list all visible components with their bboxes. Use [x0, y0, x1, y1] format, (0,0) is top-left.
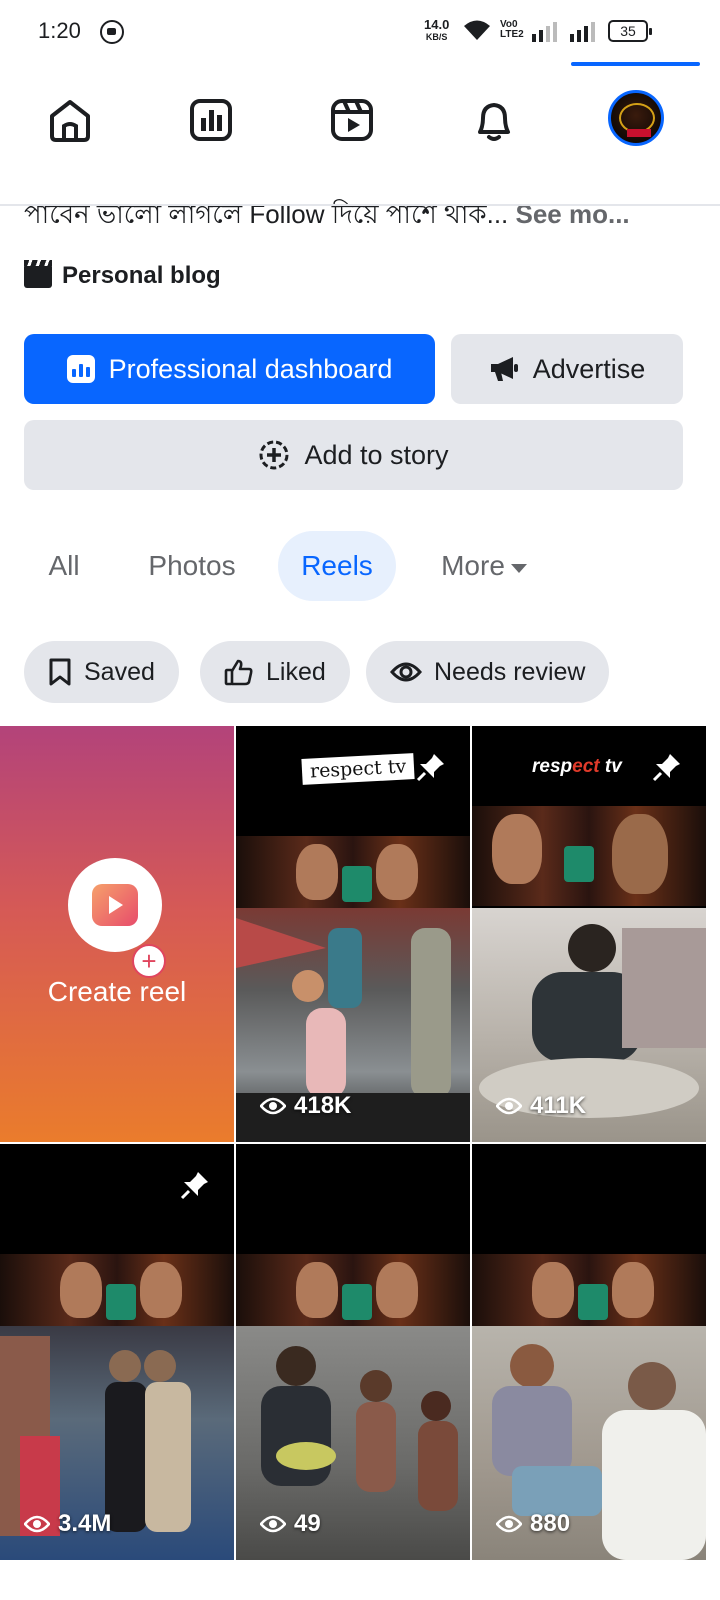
- volte-line2: LTE2: [500, 29, 524, 40]
- bookmark-icon: [49, 658, 71, 686]
- view-count-value: 418K: [294, 1092, 352, 1119]
- category-label: Personal blog: [62, 262, 221, 289]
- reels-icon: [331, 99, 373, 141]
- thumbnail-header-photo: [236, 1254, 470, 1326]
- advertise-button[interactable]: Advertise: [451, 334, 683, 404]
- eye-icon: [260, 1515, 286, 1533]
- tab-reels[interactable]: Reels: [278, 531, 396, 601]
- tab-all-label: All: [48, 550, 80, 581]
- notifications-button[interactable]: [466, 92, 522, 148]
- home-button[interactable]: [42, 92, 98, 148]
- reels-nav-button[interactable]: [324, 92, 380, 148]
- view-count-value: 880: [530, 1510, 571, 1537]
- dashboard-label: Professional dashboard: [108, 353, 393, 384]
- filter-liked-label: Liked: [266, 657, 326, 686]
- add-story-icon: [259, 440, 289, 470]
- create-reel-circle: [68, 858, 162, 952]
- view-count-value: 411K: [530, 1092, 587, 1119]
- chevron-down-icon: [510, 563, 527, 573]
- filter-needs-review-label: Needs review: [434, 657, 586, 686]
- view-count-value: 3.4M: [58, 1510, 112, 1537]
- home-icon: [50, 100, 90, 142]
- respect-tv-watermark: respect tv: [301, 753, 415, 785]
- clapperboard-icon: [24, 260, 52, 288]
- dashboard-nav-button[interactable]: [183, 92, 239, 148]
- battery-icon: 35: [608, 20, 652, 42]
- tab-reels-label: Reels: [301, 550, 373, 581]
- signal-icon-sim1: [532, 22, 557, 42]
- reel-thumbnail[interactable]: respect tv 411K: [472, 726, 706, 1142]
- avatar-logo-banner: [627, 129, 651, 137]
- loading-progress-bar: [571, 62, 700, 66]
- thumbnail-header-photo: [0, 1254, 234, 1326]
- top-navigation: [0, 80, 720, 160]
- clock: 1:20: [38, 18, 81, 43]
- view-count: 3.4M: [24, 1510, 111, 1538]
- add-to-story-button[interactable]: Add to story: [24, 420, 683, 490]
- thumbnail-header-photo: [472, 806, 706, 906]
- view-count: 49: [260, 1510, 321, 1538]
- insights-icon: [190, 99, 232, 141]
- profile-category: Personal blog: [24, 260, 221, 290]
- volte-indicator: Vo0 LTE2: [500, 20, 524, 40]
- create-reel-tile[interactable]: + Create reel: [0, 726, 234, 1142]
- thumbnail-header-photo: [236, 836, 470, 908]
- profile-avatar[interactable]: [608, 90, 664, 146]
- eye-icon: [496, 1515, 522, 1533]
- view-count: 411K: [496, 1092, 586, 1120]
- thumbnail-header-photo: [472, 1254, 706, 1326]
- reel-thumbnail[interactable]: 880: [472, 1144, 706, 1560]
- plus-icon: +: [132, 944, 166, 978]
- status-bar: 1:20 14.0 KB/S Vo0 LTE2 35: [0, 0, 720, 66]
- filter-liked[interactable]: Liked: [200, 641, 350, 703]
- wifi-icon: [464, 20, 490, 40]
- media-notification-icon: [100, 20, 124, 44]
- eye-icon: [260, 1097, 286, 1115]
- respect-tv-watermark: respect tv: [532, 756, 622, 777]
- megaphone-icon: [490, 357, 518, 381]
- eye-icon: [390, 662, 422, 682]
- tab-more[interactable]: More: [424, 531, 544, 601]
- view-count-value: 49: [294, 1510, 321, 1537]
- reels-play-icon: [92, 884, 138, 926]
- tab-photos-label: Photos: [148, 550, 236, 581]
- view-count: 880: [496, 1510, 570, 1538]
- eye-icon: [496, 1097, 522, 1115]
- signal-icon-sim2: [570, 22, 595, 42]
- create-reel-label: Create reel: [47, 976, 187, 1007]
- filter-saved-label: Saved: [84, 657, 155, 686]
- tab-all[interactable]: All: [24, 531, 104, 601]
- tab-photos[interactable]: Photos: [132, 531, 252, 601]
- reel-thumbnail[interactable]: 49: [236, 1144, 470, 1560]
- profile-bio: পাবেন ভালো লাগলে Follow দিয়ে পাশে থাক..…: [24, 194, 696, 234]
- thumbs-up-icon: [224, 659, 253, 686]
- filter-needs-review[interactable]: Needs review: [366, 641, 610, 703]
- professional-dashboard-button[interactable]: Professional dashboard: [24, 334, 435, 404]
- dashboard-icon: [66, 355, 95, 383]
- network-speed: 14.0 KB/S: [424, 17, 450, 43]
- pin-icon: [652, 754, 680, 782]
- reel-thumbnail[interactable]: respect tv 418K: [236, 726, 470, 1142]
- net-speed-value: 14.0: [424, 17, 450, 32]
- advertise-label: Advertise: [532, 353, 646, 384]
- pin-icon: [180, 1172, 208, 1200]
- tab-more-label: More: [441, 550, 505, 581]
- header-divider: [0, 204, 720, 206]
- add-to-story-label: Add to story: [304, 439, 449, 470]
- filter-saved[interactable]: Saved: [24, 641, 179, 703]
- bell-icon: [478, 103, 510, 141]
- net-speed-unit: KB/S: [425, 32, 448, 42]
- pin-icon: [416, 754, 444, 782]
- eye-icon: [24, 1515, 50, 1533]
- view-count: 418K: [260, 1092, 351, 1120]
- reel-thumbnail[interactable]: 3.4M: [0, 1144, 234, 1560]
